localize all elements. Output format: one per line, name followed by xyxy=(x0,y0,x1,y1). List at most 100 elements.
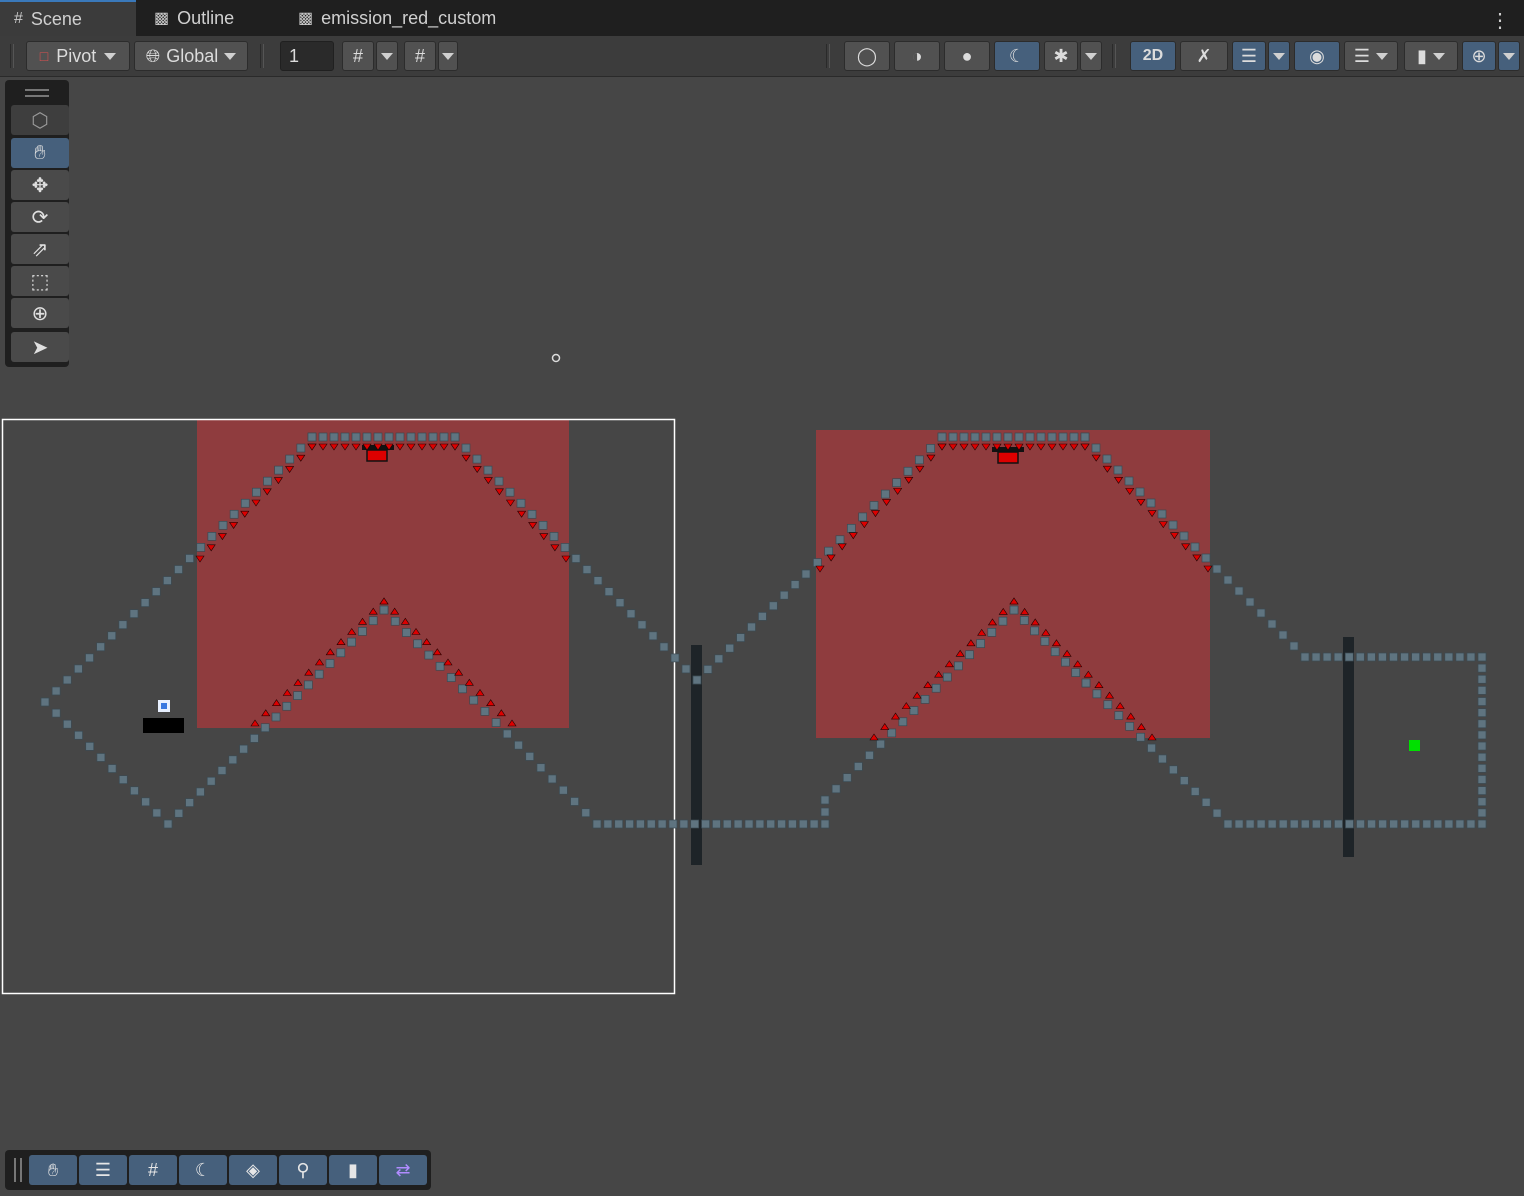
grid-size-input[interactable]: 1 xyxy=(280,41,334,71)
tile xyxy=(1433,652,1443,662)
tile xyxy=(307,432,317,442)
shuffle-overlay-button[interactable]: ⇄ xyxy=(379,1155,427,1185)
tile xyxy=(250,734,259,743)
tile xyxy=(571,554,581,563)
scene-view[interactable] xyxy=(0,76,1524,1196)
gizmos-toggle[interactable]: ⊕ xyxy=(1462,41,1496,71)
shuffle-icon: ⇄ xyxy=(395,1159,411,1180)
tile xyxy=(1047,432,1057,442)
tile xyxy=(777,819,786,829)
tile xyxy=(766,819,776,829)
scale-tool-button[interactable]: ⇗ xyxy=(11,234,69,264)
tile xyxy=(1190,787,1200,796)
camera-dropdown[interactable]: ▮ xyxy=(1404,41,1458,71)
tile xyxy=(659,642,669,652)
tile xyxy=(51,708,61,718)
tile xyxy=(174,565,183,574)
shading-overlay-button[interactable]: ☾ xyxy=(179,1155,227,1185)
tile xyxy=(1367,819,1376,829)
tile xyxy=(679,819,689,829)
pivot-dropdown[interactable]: □ Pivot xyxy=(26,41,130,71)
tile xyxy=(820,807,830,817)
tile xyxy=(744,819,754,829)
tools-palette: ⬡ ✋︎ ✥ ⟳ ⇗ ⬚ ⊕ ➤ xyxy=(5,80,69,367)
tile xyxy=(1389,652,1398,662)
more-menu-icon[interactable]: ⋮ xyxy=(1490,8,1510,33)
mode-2d-toggle[interactable]: 2D xyxy=(1130,41,1176,71)
layers-overlay-button[interactable]: ◈ xyxy=(229,1155,277,1185)
tile xyxy=(129,609,139,619)
palette-grip[interactable] xyxy=(25,89,49,97)
tile xyxy=(842,773,852,782)
tab-emission-red-custom[interactable]: ▩ emission_red_custom xyxy=(284,0,544,36)
gizmos-dropdown[interactable] xyxy=(1498,41,1520,71)
overlay-grip[interactable] xyxy=(14,1158,22,1182)
custom-tool-button[interactable]: ➤ xyxy=(11,332,69,362)
tile xyxy=(502,729,512,739)
transform-tool-button[interactable]: ⊕ xyxy=(11,298,69,328)
wireframe-shading-button[interactable]: ◯ xyxy=(844,41,890,71)
tile xyxy=(340,432,350,442)
grid-snap-dropdown[interactable] xyxy=(376,41,398,71)
tile xyxy=(1333,652,1343,662)
debug-draw-button[interactable]: ✱ xyxy=(1044,41,1078,71)
rect-tool-button[interactable]: ⬚ xyxy=(11,266,69,296)
tile xyxy=(217,766,227,775)
layers-icon: ◈ xyxy=(246,1159,260,1180)
increment-snap-dropdown[interactable] xyxy=(438,41,458,71)
settings-overlay-button[interactable]: ☰ xyxy=(79,1155,127,1185)
tile xyxy=(1411,652,1420,662)
shaded-button[interactable]: ● xyxy=(944,41,990,71)
rotate-tool-button[interactable]: ⟳ xyxy=(11,202,69,232)
debug-draw-dropdown[interactable] xyxy=(1080,41,1102,71)
unlit-button[interactable]: ☾ xyxy=(994,41,1040,71)
increment-snap-button[interactable]: # xyxy=(404,41,436,71)
lighting-toggle[interactable]: ✗ xyxy=(1180,41,1228,71)
tile xyxy=(1300,652,1310,662)
tile xyxy=(472,454,482,464)
camera-overlay-button[interactable]: ▮ xyxy=(329,1155,377,1185)
move-tool-button[interactable]: ✥ xyxy=(11,170,69,200)
view-tool-button[interactable]: ⬡ xyxy=(11,105,69,135)
tile xyxy=(549,532,559,541)
tile xyxy=(1245,597,1255,607)
tab-scene[interactable]: # Scene xyxy=(0,0,136,36)
global-dropdown[interactable]: 🌐︎ Global xyxy=(134,41,248,71)
tile xyxy=(252,487,261,497)
tile xyxy=(293,691,302,700)
search-icon: ⚲ xyxy=(296,1159,310,1180)
tile xyxy=(469,695,479,705)
tile xyxy=(1135,487,1145,497)
tile xyxy=(1030,626,1039,636)
tile xyxy=(516,498,526,508)
grid-overlay-button[interactable]: # xyxy=(129,1155,177,1185)
increment-snap-icon: # xyxy=(414,45,425,66)
tile xyxy=(318,432,328,442)
tile xyxy=(1422,819,1432,829)
tile xyxy=(725,643,735,653)
tile xyxy=(1169,765,1178,775)
tile xyxy=(790,580,800,589)
hand-tool-button[interactable]: ✋︎ xyxy=(11,138,69,168)
tile xyxy=(1444,819,1454,829)
chevron-down-icon xyxy=(1503,52,1515,60)
toolbar-grip xyxy=(10,44,14,68)
scene-canvas[interactable] xyxy=(0,76,1524,1196)
shaded-wireframe-button[interactable]: ◑ xyxy=(894,41,940,71)
tile xyxy=(196,787,205,797)
tile xyxy=(118,620,128,630)
hand-overlay-button[interactable]: ✋︎ xyxy=(29,1155,77,1185)
tile xyxy=(274,465,283,475)
tile xyxy=(140,598,150,607)
tile xyxy=(592,819,602,829)
goal-marker[interactable] xyxy=(1409,740,1420,751)
effects-dropdown[interactable] xyxy=(1268,41,1290,71)
tab-outline[interactable]: ▩ Outline xyxy=(140,0,270,36)
search-overlay-button[interactable]: ⚲ xyxy=(279,1155,327,1185)
chevron-down-icon xyxy=(1376,52,1389,60)
visibility-toggle[interactable]: ◉ xyxy=(1294,41,1340,71)
grid-snap-button[interactable]: # xyxy=(342,41,374,71)
layers-dropdown[interactable]: ☰ xyxy=(1344,41,1398,71)
tile xyxy=(636,819,645,829)
effects-toggle[interactable]: ☰ xyxy=(1232,41,1266,71)
